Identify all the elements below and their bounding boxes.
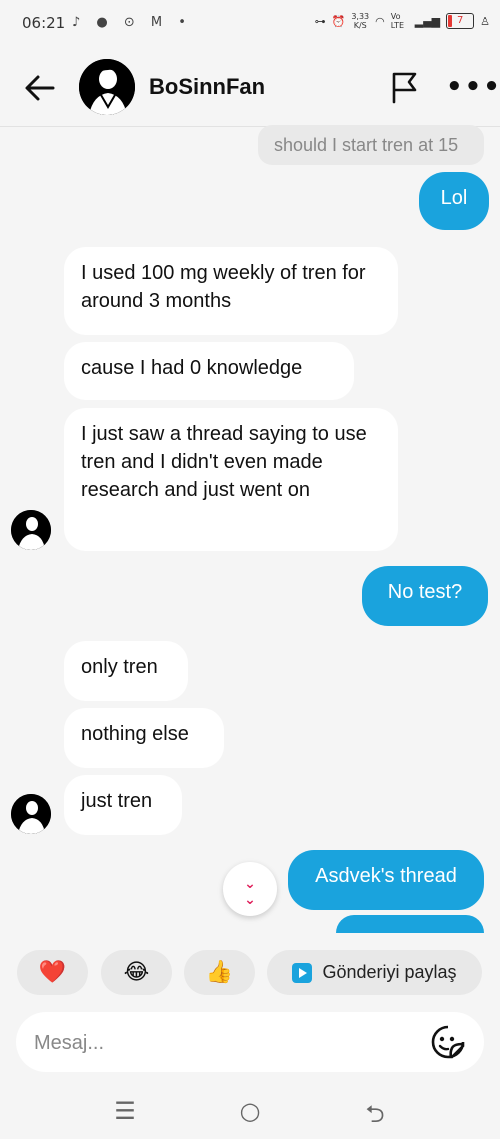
message-bubble-incoming[interactable]: just tren bbox=[64, 775, 182, 835]
back-icon[interactable]: ⮌ bbox=[355, 1097, 395, 1128]
battery-icon: 7 bbox=[446, 13, 475, 29]
status-time: 06:21 bbox=[22, 14, 66, 32]
message-bubble-incoming[interactable]: I just saw a thread saying to use tren a… bbox=[64, 408, 398, 551]
share-post-button[interactable]: Gönderiyi paylaş bbox=[267, 950, 482, 995]
volte-label: Vo LTE bbox=[390, 12, 405, 30]
thumbs-up-reaction-button[interactable]: 👍 bbox=[184, 950, 255, 995]
key-icon: ⊶ bbox=[314, 14, 326, 28]
network-speed: 3,33 K/S bbox=[351, 12, 370, 30]
laugh-reaction-button[interactable]: 😂 bbox=[101, 950, 172, 995]
back-arrow-icon[interactable] bbox=[20, 68, 60, 108]
system-icons: ⊶ ⏰ 3,33 K/S ◠ Vo LTE ▂▄▆ 7 ♙ bbox=[315, 12, 490, 30]
debug-icon: ♙ bbox=[480, 14, 490, 28]
message-bubble-outgoing-partial[interactable] bbox=[336, 915, 484, 933]
chat-header: BoSinnFan ••• bbox=[0, 48, 500, 127]
message-bubble-incoming[interactable]: only tren bbox=[64, 641, 188, 701]
sticker-icon[interactable] bbox=[430, 1024, 466, 1060]
chevron-down-icon: ⌄ ⌄ bbox=[244, 876, 256, 908]
message-bubble-outgoing[interactable]: Lol bbox=[419, 172, 489, 230]
sender-avatar[interactable] bbox=[11, 794, 51, 834]
notification-icons: ♪ ● ⊙ M • bbox=[72, 15, 192, 30]
more-options-icon[interactable]: ••• bbox=[446, 72, 500, 102]
sender-avatar[interactable] bbox=[11, 510, 51, 550]
quoted-message[interactable]: should I start tren at 15 bbox=[258, 125, 484, 165]
scroll-to-bottom-button[interactable]: ⌄ ⌄ bbox=[223, 862, 277, 916]
contact-avatar[interactable] bbox=[79, 59, 135, 115]
wifi-icon: ◠ bbox=[375, 14, 385, 28]
message-bubble-outgoing[interactable]: No test? bbox=[362, 566, 488, 626]
message-bubble-incoming[interactable]: cause I had 0 knowledge bbox=[64, 342, 354, 400]
signal-icon: ▂▄▆ bbox=[414, 14, 441, 28]
play-icon bbox=[292, 962, 313, 983]
system-navigation-bar: ☰ ○ ⮌ bbox=[0, 1085, 500, 1139]
message-bubble-incoming[interactable]: I used 100 mg weekly of tren for around … bbox=[64, 247, 398, 335]
share-post-label: Gönderiyi paylaş bbox=[322, 962, 457, 982]
menu-icon[interactable]: ☰ bbox=[105, 1097, 145, 1127]
message-input[interactable] bbox=[32, 1022, 416, 1064]
flag-icon[interactable] bbox=[389, 70, 421, 104]
heart-reaction-button[interactable]: ❤️ bbox=[17, 950, 88, 995]
status-bar: 06:21 ♪ ● ⊙ M • ⊶ ⏰ 3,33 K/S ◠ Vo LTE ▂▄▆… bbox=[0, 0, 500, 48]
alarm-icon: ⏰ bbox=[331, 14, 346, 28]
contact-name[interactable]: BoSinnFan bbox=[149, 74, 265, 100]
message-bubble-incoming[interactable]: nothing else bbox=[64, 708, 224, 768]
message-bubble-outgoing[interactable]: Asdvek's thread bbox=[288, 850, 484, 910]
home-icon[interactable]: ○ bbox=[230, 1097, 270, 1127]
message-composer bbox=[16, 1012, 484, 1072]
